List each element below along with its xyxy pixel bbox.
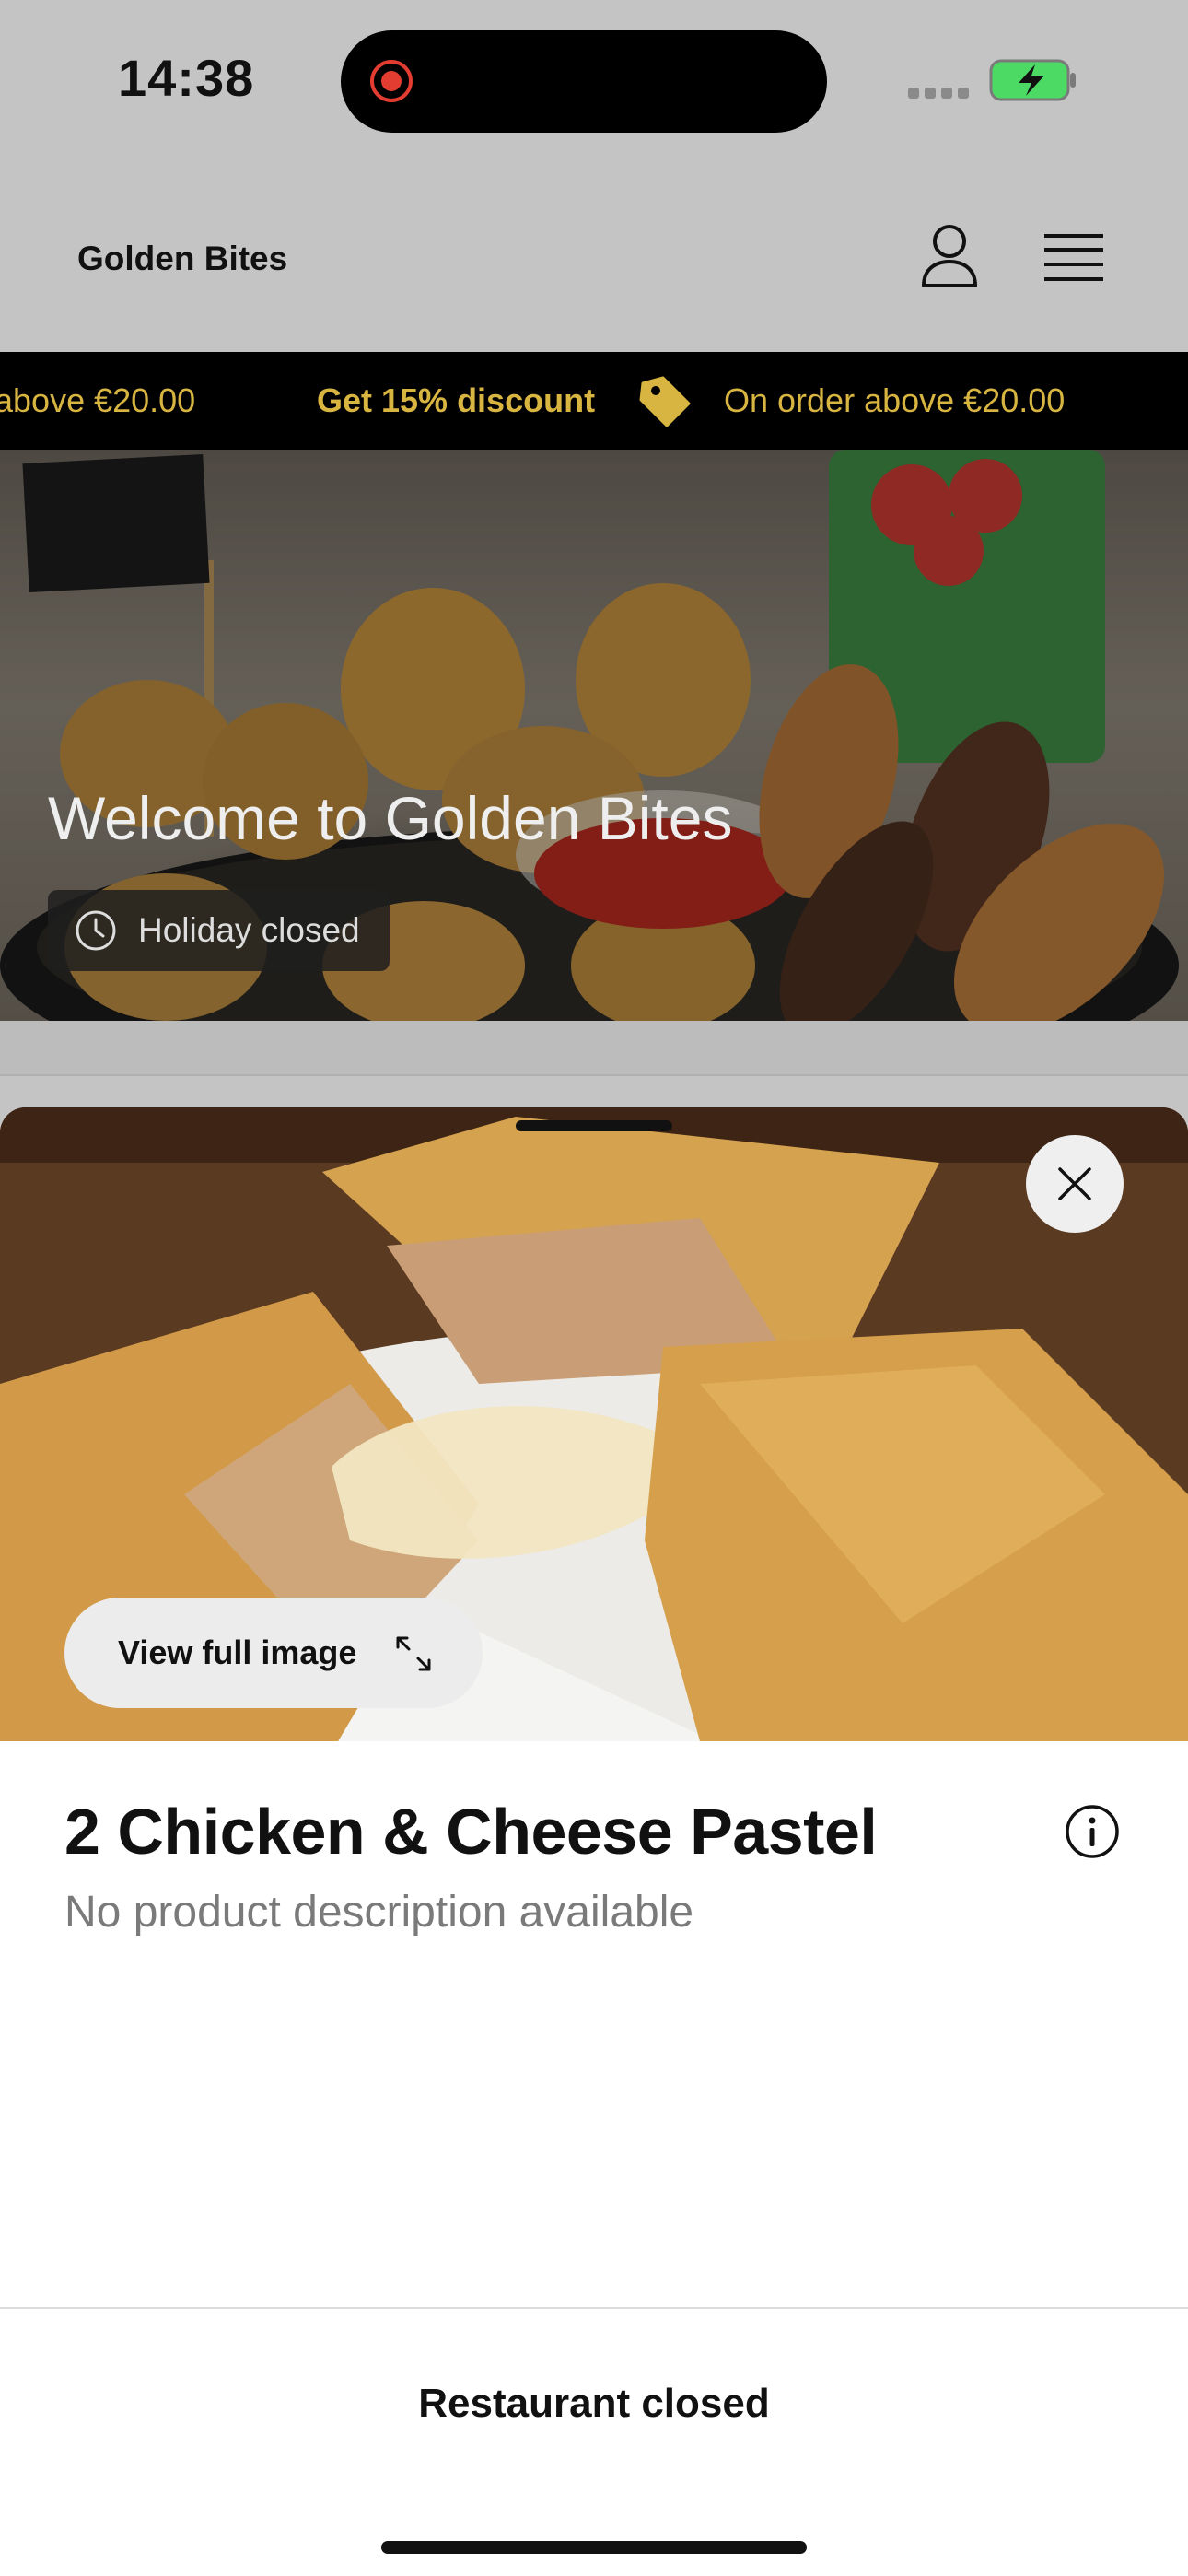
promo-detail: On order above €20.00	[724, 381, 1066, 419]
promo-detail-prev: above €20.00	[0, 381, 196, 419]
recording-indicator-icon	[370, 60, 413, 102]
info-icon[interactable]	[1065, 1804, 1120, 1859]
expand-icon	[396, 1636, 431, 1671]
status-bar: 14:38	[0, 0, 1188, 166]
holiday-closed-badge: Holiday closed	[48, 890, 390, 971]
close-icon	[1058, 1167, 1091, 1200]
product-detail-sheet: View full image 2 Chicken & Cheese Paste…	[0, 1107, 1188, 2576]
hamburger-menu-icon[interactable]	[1044, 232, 1103, 284]
restaurant-status-label: Restaurant closed	[418, 2381, 770, 2426]
home-indicator	[381, 2541, 807, 2554]
user-icon[interactable]	[919, 223, 980, 289]
price-tag-icon	[639, 376, 691, 427]
battery-charging-icon	[989, 59, 1076, 101]
sheet-grabber[interactable]	[516, 1120, 672, 1131]
holiday-closed-label: Holiday closed	[138, 911, 360, 949]
app-header: Golden Bites	[0, 166, 1188, 350]
footer-divider	[0, 2307, 1188, 2309]
brand-name[interactable]: Golden Bites	[77, 240, 287, 278]
cellular-signal-icon	[908, 87, 974, 103]
hero-banner: Welcome to Golden Bites Holiday closed	[0, 450, 1188, 1021]
product-title: 2 Chicken & Cheese Pastel	[64, 1796, 878, 1868]
hero-title: Welcome to Golden Bites	[48, 784, 733, 852]
product-description: No product description available	[64, 1888, 694, 1937]
promo-ticker: above €20.00 Get 15% discount On order a…	[0, 352, 1188, 450]
promo-headline: Get 15% discount	[317, 381, 596, 419]
status-time: 14:38	[118, 49, 255, 107]
close-button[interactable]	[1026, 1135, 1124, 1233]
clock-icon	[76, 910, 116, 951]
content-strip	[0, 1021, 1188, 1076]
view-full-image-button[interactable]: View full image	[64, 1598, 483, 1708]
dynamic-island	[341, 30, 827, 133]
view-full-image-label: View full image	[118, 1633, 357, 1671]
